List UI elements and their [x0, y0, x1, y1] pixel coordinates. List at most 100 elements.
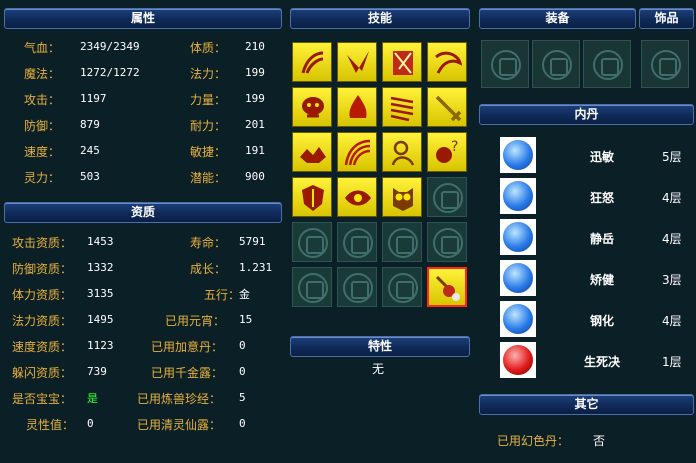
apt-label: 躲闪资质： — [12, 366, 73, 380]
attr-value: 503 — [80, 170, 100, 183]
inner-core-level: 1层 — [662, 355, 682, 369]
skill-slot-empty[interactable] — [382, 267, 422, 307]
beast-icon — [300, 147, 326, 163]
empty-slot-emblem-icon — [433, 183, 463, 213]
apt-value: 739 — [87, 365, 107, 378]
empty-slot-emblem-icon — [388, 228, 418, 258]
apt-value: 0 — [239, 365, 246, 378]
skill-slot-empty[interactable] — [337, 267, 377, 307]
skill-slot[interactable] — [337, 42, 377, 82]
attr-label: 速度： — [24, 145, 61, 159]
skill-slot-empty[interactable] — [292, 222, 332, 262]
skill-slot-empty[interactable] — [292, 267, 332, 307]
empty-slot-emblem-icon — [298, 273, 328, 303]
apt-label: 已用加意丹： — [151, 340, 224, 354]
skill-slot-empty[interactable] — [427, 222, 467, 262]
empty-slot-emblem-icon — [388, 273, 418, 303]
skill-slot[interactable] — [337, 177, 377, 217]
apt-value: 0 — [239, 339, 246, 352]
attr-label: 防御： — [24, 119, 61, 133]
apt-label: 已用千金露： — [151, 366, 224, 380]
inner-core-item[interactable] — [500, 137, 536, 173]
inner-core-level: 3层 — [662, 273, 682, 287]
skill-slot[interactable] — [337, 87, 377, 127]
equipment-header: 装备 — [479, 8, 636, 29]
inner-core-item[interactable] — [500, 342, 536, 378]
attr-label: 潜能： — [190, 171, 227, 185]
empty-slot-emblem-icon — [491, 50, 521, 80]
apt-value: 3135 — [87, 287, 114, 300]
other-value: 否 — [593, 434, 606, 448]
apt-label: 体力资质： — [12, 288, 73, 302]
apt-label: 寿命： — [190, 236, 227, 250]
other-label: 已用幻色丹： — [497, 434, 570, 448]
attr-value: 2349/2349 — [80, 40, 140, 53]
apt-value: 5791 — [239, 235, 266, 248]
skill-slot-empty[interactable] — [427, 177, 467, 217]
skill-slot-empty[interactable] — [337, 222, 377, 262]
accessory-slot[interactable] — [641, 40, 689, 88]
inner-core-item[interactable] — [500, 219, 536, 255]
empty-slot-emblem-icon — [343, 228, 373, 258]
sword-icon — [501, 179, 535, 213]
inner-core-item[interactable] — [500, 260, 536, 296]
apt-label: 已用元宵： — [165, 314, 226, 328]
skill-slot[interactable] — [427, 42, 467, 82]
apt-label: 是否宝宝： — [12, 392, 73, 406]
inner-core-item[interactable] — [500, 178, 536, 214]
inner-core-name: 矫健 — [590, 273, 615, 287]
skill-slot[interactable] — [427, 87, 467, 127]
skill-slot[interactable] — [292, 42, 332, 82]
equipment-slot[interactable] — [532, 40, 580, 88]
attr-label: 敏捷： — [190, 145, 227, 159]
apt-label: 已用清灵仙露： — [137, 418, 222, 432]
equipment-slot[interactable] — [583, 40, 631, 88]
skill-grid: ? — [290, 40, 470, 320]
attr-value: 1197 — [80, 92, 107, 105]
attr-label: 力量： — [190, 93, 227, 107]
attr-value: 199 — [245, 92, 265, 105]
inner-core-level: 4层 — [662, 232, 682, 246]
skill-slot[interactable]: ? — [427, 132, 467, 172]
equipment-slot[interactable] — [481, 40, 529, 88]
apt-value: 1123 — [87, 339, 114, 352]
attr-label: 攻击： — [24, 93, 61, 107]
apt-value: 0 — [87, 417, 94, 430]
skill-slot-selected[interactable] — [427, 267, 467, 307]
skill-slot[interactable] — [382, 42, 422, 82]
skill-slot[interactable] — [292, 87, 332, 127]
claw-strike-icon — [347, 51, 369, 73]
apt-label: 五行： — [204, 288, 241, 302]
attr-label: 灵力： — [24, 171, 61, 185]
apt-value: 金 — [239, 288, 250, 301]
attributes-header: 属性 — [4, 8, 282, 29]
skill-slot[interactable] — [382, 177, 422, 217]
skill-slot-empty[interactable] — [382, 222, 422, 262]
skill-slot[interactable] — [382, 87, 422, 127]
inner-core-name: 静岳 — [590, 232, 615, 246]
skill-slot[interactable] — [292, 132, 332, 172]
orbs-icon — [435, 275, 460, 301]
skill-slot[interactable] — [292, 177, 332, 217]
attr-value: 879 — [80, 118, 100, 131]
eye-icon — [345, 190, 371, 206]
attr-value: 900 — [245, 170, 265, 183]
scroll-icon — [390, 96, 414, 122]
arc-icon — [344, 139, 371, 166]
attr-value: 245 — [80, 144, 100, 157]
inner-core-level: 5层 — [662, 150, 682, 164]
skills-header: 技能 — [290, 8, 470, 29]
svg-text:?: ? — [451, 139, 458, 155]
shield-icon — [302, 185, 324, 211]
apt-value: 1495 — [87, 313, 114, 326]
attr-label: 体质： — [190, 41, 227, 55]
skill-slot[interactable] — [382, 132, 422, 172]
inner-core-item[interactable] — [500, 301, 536, 337]
attr-label: 气血： — [24, 41, 61, 55]
drop-icon — [501, 261, 535, 295]
skill-slot[interactable] — [337, 132, 377, 172]
apt-label: 已用炼兽珍经： — [137, 392, 222, 406]
attr-value: 210 — [245, 40, 265, 53]
empty-slot-emblem-icon — [433, 228, 463, 258]
attr-value: 199 — [245, 66, 265, 79]
